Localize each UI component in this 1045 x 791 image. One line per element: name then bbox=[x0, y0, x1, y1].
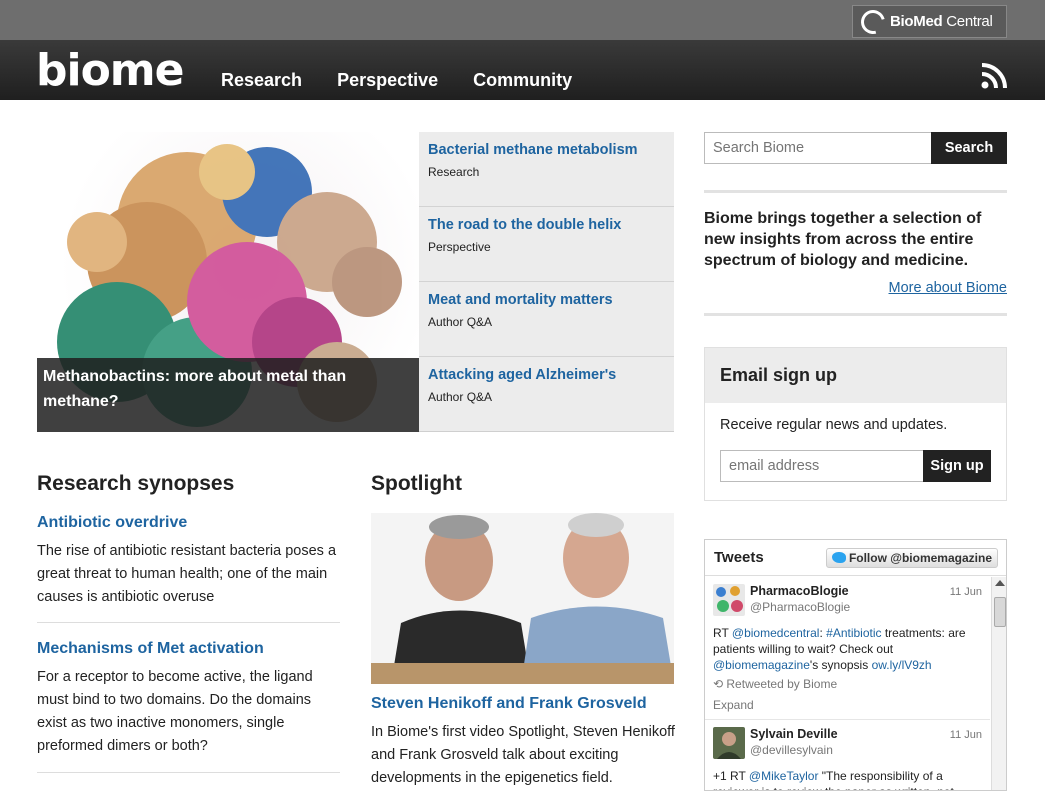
expand-link[interactable]: Expand bbox=[713, 698, 982, 712]
tweet-author-handle[interactable]: @devillesylvain bbox=[750, 743, 982, 757]
email-signup-box: Email sign up Receive regular news and u… bbox=[704, 347, 1007, 501]
featured-item-type: Perspective bbox=[428, 240, 491, 254]
follow-button[interactable]: Follow @biomemagazine bbox=[825, 547, 998, 568]
tweets-heading: Tweets bbox=[714, 549, 764, 566]
featured-list: Bacterial methane metabolism Research Th… bbox=[419, 132, 674, 432]
tweets-header: Tweets Follow @biomemagazine bbox=[705, 540, 1006, 576]
spotlight-photo bbox=[371, 513, 674, 684]
divider bbox=[704, 313, 1007, 316]
spotlight-heading: Spotlight bbox=[371, 472, 462, 495]
spotlight-text: In Biome's first video Spotlight, Steven… bbox=[371, 724, 675, 786]
scroll-thumb[interactable] bbox=[994, 597, 1006, 627]
synopsis-item: Antibiotic overdrive The rise of antibio… bbox=[37, 514, 340, 609]
site-logo[interactable]: biome bbox=[36, 45, 184, 96]
featured-item-title[interactable]: Attacking aged Alzheimer's bbox=[428, 367, 665, 383]
tweet-author-name[interactable]: Sylvain Deville bbox=[750, 727, 982, 741]
tweet-link[interactable]: @biomemagazine bbox=[713, 658, 810, 672]
hero-feature[interactable]: Methanobactins: more about metal than me… bbox=[37, 132, 419, 432]
featured-item-type: Author Q&A bbox=[428, 390, 493, 404]
research-synopses-heading: Research synopses bbox=[37, 472, 235, 495]
synopsis-item: Mechanisms of Met activation For a recep… bbox=[37, 640, 340, 758]
tweets-widget: Tweets Follow @biomemagazine PharmacoBlo… bbox=[704, 539, 1007, 791]
about-link[interactable]: More about Biome bbox=[889, 280, 1007, 296]
about-text: Biome brings together a selection of new… bbox=[704, 210, 982, 269]
synopsis-title[interactable]: Antibiotic overdrive bbox=[37, 514, 340, 532]
tweet-date[interactable]: 11 Jun bbox=[950, 586, 982, 598]
featured-item[interactable]: Bacterial methane metabolism Research bbox=[419, 132, 674, 207]
biomed-central-ring-icon bbox=[856, 5, 890, 38]
tweet-hashtag[interactable]: #Antibiotic bbox=[826, 626, 881, 640]
search-input[interactable] bbox=[704, 132, 932, 164]
featured-item[interactable]: The road to the double helix Perspective bbox=[419, 207, 674, 282]
synopsis-title[interactable]: Mechanisms of Met activation bbox=[37, 640, 340, 658]
main-nav: Research Perspective Community bbox=[221, 70, 572, 91]
divider bbox=[37, 772, 340, 773]
tweet-link[interactable]: @MikeTaylor bbox=[749, 769, 819, 783]
featured-item[interactable]: Meat and mortality matters Author Q&A bbox=[419, 282, 674, 357]
email-signup-text: Receive regular news and updates. bbox=[720, 417, 948, 433]
tweet-text: +1 RT @MikeTaylor "The responsibility of… bbox=[713, 769, 954, 790]
tweets-scrollbar[interactable] bbox=[991, 577, 1006, 790]
follow-button-label: Follow @biomemagazine bbox=[848, 550, 992, 565]
retweeted-by: ⟲ Retweeted by Biome bbox=[713, 677, 838, 691]
retweet-icon: ⟲ bbox=[713, 677, 727, 691]
hero-caption[interactable]: Methanobactins: more about metal than me… bbox=[37, 358, 419, 432]
featured-item-title[interactable]: Meat and mortality matters bbox=[428, 292, 665, 308]
avatar[interactable] bbox=[713, 584, 745, 616]
tweet-list: PharmacoBlogie @PharmacoBlogie 11 Jun RT… bbox=[705, 577, 990, 790]
featured-item-title[interactable]: The road to the double helix bbox=[428, 217, 665, 233]
biomed-central-logo-text: BioMed Central bbox=[890, 13, 993, 30]
rss-icon[interactable] bbox=[981, 63, 1007, 89]
email-field[interactable] bbox=[720, 450, 924, 482]
twitter-bird-icon bbox=[831, 552, 846, 563]
main-navbar: biome Research Perspective Community bbox=[0, 40, 1045, 100]
nav-community[interactable]: Community bbox=[473, 70, 572, 91]
tweet-item: Sylvain Deville @devillesylvain 11 Jun +… bbox=[705, 720, 990, 790]
tweet-date[interactable]: 11 Jun bbox=[950, 729, 982, 741]
featured-item[interactable]: Attacking aged Alzheimer's Author Q&A bbox=[419, 357, 674, 432]
avatar[interactable] bbox=[713, 727, 745, 759]
nav-perspective[interactable]: Perspective bbox=[337, 70, 438, 91]
biomed-central-logo[interactable]: BioMed Central bbox=[852, 5, 1007, 38]
tweet-item: PharmacoBlogie @PharmacoBlogie 11 Jun RT… bbox=[705, 577, 990, 720]
sign-up-button[interactable]: Sign up bbox=[923, 450, 991, 482]
divider bbox=[704, 190, 1007, 193]
featured-item-title[interactable]: Bacterial methane metabolism bbox=[428, 142, 665, 158]
spotlight-image[interactable] bbox=[371, 513, 674, 684]
scroll-up-icon[interactable] bbox=[995, 580, 1005, 586]
divider bbox=[37, 622, 340, 623]
featured-item-type: Author Q&A bbox=[428, 315, 493, 329]
tweet-author-name[interactable]: PharmacoBlogie bbox=[750, 584, 982, 598]
tweet-link[interactable]: @biomedcentral bbox=[732, 626, 820, 640]
synopsis-text: For a receptor to become active, the lig… bbox=[37, 669, 313, 754]
tweet-author-handle[interactable]: @PharmacoBlogie bbox=[750, 600, 982, 614]
featured-item-type: Research bbox=[428, 165, 480, 179]
tweet-link[interactable]: ow.ly/lV9zh bbox=[872, 658, 932, 672]
top-strip: BioMed Central bbox=[0, 0, 1045, 40]
email-signup-heading: Email sign up bbox=[705, 348, 1006, 403]
search-button[interactable]: Search bbox=[931, 132, 1007, 164]
synopsis-text: The rise of antibiotic resistant bacteri… bbox=[37, 543, 337, 605]
spotlight-title[interactable]: Steven Henikoff and Frank Grosveld bbox=[371, 695, 647, 713]
nav-research[interactable]: Research bbox=[221, 70, 302, 91]
tweet-text: RT @biomedcentral: #Antibiotic treatment… bbox=[713, 626, 966, 672]
